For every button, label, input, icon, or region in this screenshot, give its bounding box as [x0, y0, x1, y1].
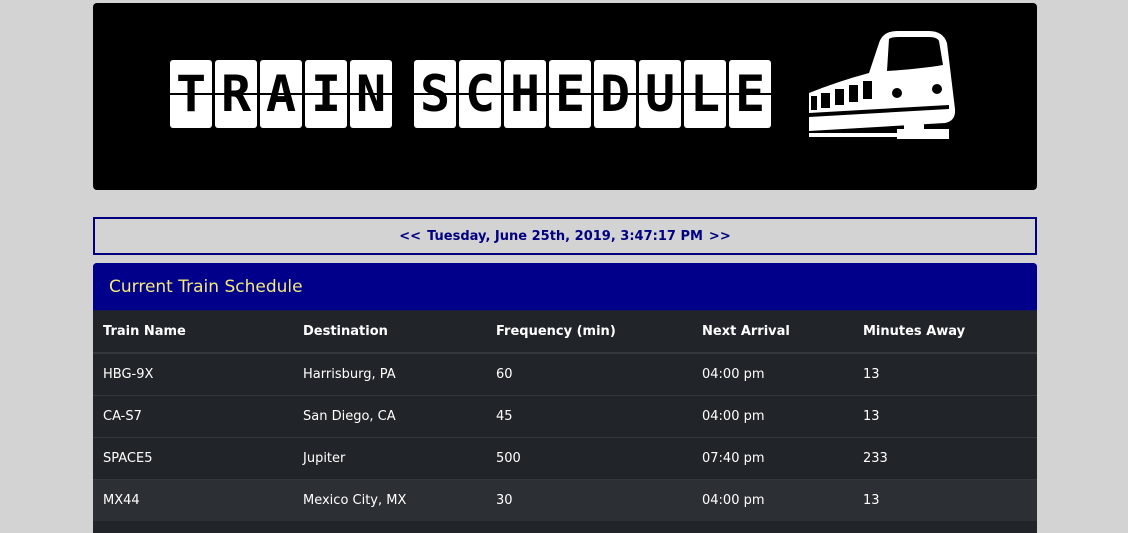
schedule-card: Current Train Schedule Train Name Destin…: [93, 263, 1037, 533]
title-letter-tile: R: [215, 60, 257, 128]
column-header-next-arrival: Next Arrival: [692, 311, 853, 354]
title-letter-tile: S: [414, 60, 456, 128]
current-datetime: Tuesday, June 25th, 2019, 3:47:17 PM: [427, 228, 703, 244]
banner: T R A I N S C H E D U L E: [93, 3, 1037, 190]
title-word-2: S C H E D U L E: [414, 60, 771, 128]
cell-destination: Jupiter: [293, 437, 486, 480]
title-letter-tile: I: [305, 60, 347, 128]
cell-next-arrival: 04:00 pm: [692, 395, 853, 438]
banner-title: T R A I N S C H E D U L E: [170, 60, 771, 128]
title-letter-tile: E: [549, 60, 591, 128]
cell-frequency: 60: [486, 352, 692, 396]
schedule-title: Current Train Schedule: [109, 276, 303, 297]
table-row: CA-S7 San Diego, CA 45 04:00 pm 13: [93, 395, 1037, 438]
cell-next-arrival: 04:00 pm: [692, 479, 853, 521]
title-letter-tile: C: [459, 60, 501, 128]
train-icon: [809, 31, 956, 139]
cell-frequency: 500: [486, 437, 692, 480]
title-letter-tile: A: [260, 60, 302, 128]
table-row: SPACE5 Jupiter 500 07:40 pm 233: [93, 437, 1037, 480]
title-letter-tile: T: [170, 60, 212, 128]
cell-train-name: SPACE5: [93, 437, 293, 480]
table-header-row: Train Name Destination Frequency (min) N…: [93, 311, 1037, 354]
clock-bar: << Tuesday, June 25th, 2019, 3:47:17 PM …: [93, 217, 1037, 255]
cell-train-name: HBG-9X: [93, 352, 293, 396]
column-header-frequency: Frequency (min): [486, 311, 692, 354]
schedule-table: Train Name Destination Frequency (min) N…: [93, 311, 1037, 521]
title-letter-tile: U: [639, 60, 681, 128]
title-letter-tile: H: [504, 60, 546, 128]
schedule-header: Current Train Schedule: [93, 263, 1037, 311]
prev-arrow[interactable]: <<: [399, 229, 421, 244]
page: T R A I N S C H E D U L E << Tuesday, Ju…: [0, 0, 1128, 533]
cell-train-name: MX44: [93, 479, 293, 521]
title-letter-tile: N: [350, 60, 392, 128]
cell-minutes-away: 13: [853, 395, 1037, 438]
cell-train-name: CA-S7: [93, 395, 293, 438]
table-row: HBG-9X Harrisburg, PA 60 04:00 pm 13: [93, 352, 1037, 396]
table-row: MX44 Mexico City, MX 30 04:00 pm 13: [93, 479, 1037, 521]
column-header-destination: Destination: [293, 311, 486, 354]
cell-minutes-away: 233: [853, 437, 1037, 480]
next-arrow[interactable]: >>: [709, 229, 731, 244]
cell-next-arrival: 04:00 pm: [692, 352, 853, 396]
title-word-1: T R A I N: [170, 60, 392, 128]
title-letter-tile: D: [594, 60, 636, 128]
cell-destination: Mexico City, MX: [293, 479, 486, 521]
title-letter-tile: L: [684, 60, 726, 128]
cell-next-arrival: 07:40 pm: [692, 437, 853, 480]
column-header-train-name: Train Name: [93, 311, 293, 354]
cell-minutes-away: 13: [853, 479, 1037, 521]
cell-minutes-away: 13: [853, 352, 1037, 396]
cell-destination: Harrisburg, PA: [293, 352, 486, 396]
cell-destination: San Diego, CA: [293, 395, 486, 438]
cell-frequency: 30: [486, 479, 692, 521]
column-header-minutes-away: Minutes Away: [853, 311, 1037, 354]
cell-frequency: 45: [486, 395, 692, 438]
title-letter-tile: E: [729, 60, 771, 128]
